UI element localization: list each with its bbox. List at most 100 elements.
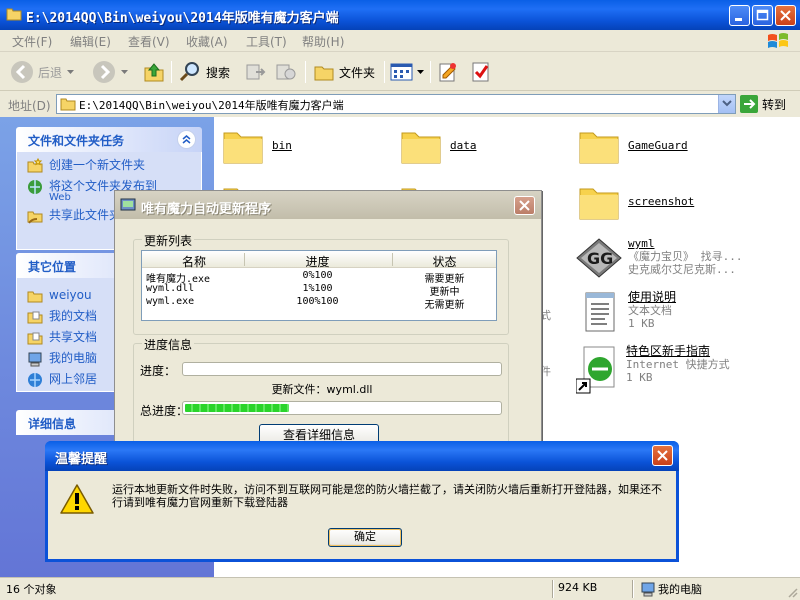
menu-help[interactable]: 帮助(H) [302,33,344,50]
file-item-screenshot[interactable]: screenshot [578,183,694,221]
panel-header[interactable]: 文件和文件夹任务 [16,127,202,152]
internet-shortcut-icon [576,346,615,394]
task-label: 创建一个新文件夹 [49,158,146,172]
folders-icon [314,66,334,81]
resize-grip-icon[interactable] [786,586,798,598]
file-name: data [450,139,477,152]
other-places-title: 其它位置 [28,260,77,274]
chevron-down-icon [417,70,424,74]
file-item-bin[interactable]: bin [222,127,292,165]
row-progress: 1%100 [302,283,333,294]
go-label: 转到 [762,97,787,112]
row-progress: 0%100 [302,270,333,281]
minimize-button[interactable] [729,5,750,26]
row-progress: 100%100 [296,296,339,307]
file-item-guide[interactable]: 特色区新手指南 Internet 快捷方式 1 KB [576,345,730,395]
file-company: 史克威尔艾尼克斯... [628,263,736,276]
progress-label: 进度： [140,364,177,378]
menu-file[interactable]: 文件(F) [12,33,52,50]
file-size: 1 KB [626,371,653,384]
back-label: 后退 [38,65,63,80]
move-to-button[interactable] [274,59,296,85]
views-button[interactable] [390,59,426,85]
alert-title-bar[interactable]: 温馨提醒 [45,441,679,471]
title-bar[interactable]: E:\2014QQ\Bin\weiyou\2014年版唯有魔力客户端 [0,0,800,30]
up-folder-button[interactable] [142,59,166,85]
current-file-text: 更新文件：wyml.dll [271,383,373,396]
favorite-button[interactable] [437,59,459,85]
file-item-wyml[interactable]: GG wyml 《魔力宝贝》 找寻... 史克威尔艾尼克斯... [574,237,743,279]
column-name[interactable]: 名称 [146,253,242,270]
maximize-button[interactable] [752,5,773,26]
copy-to-icon [246,64,266,80]
progress-info-label: 进度信息 [142,336,195,353]
ok-button[interactable]: 确定 [328,528,402,547]
update-list: 名称 进度 状态 唯有魔力.exe 0%100 需要更新 wyml.dll 1%… [141,250,497,321]
task-new-folder[interactable]: 创建一个新文件夹 [27,158,201,174]
menu-view[interactable]: 查看(V) [128,33,170,50]
update-list-label: 更新列表 [142,232,195,249]
checklist-icon [472,62,489,82]
folder-icon [27,291,43,303]
folders-button[interactable]: 文件夹 [313,59,375,85]
search-button[interactable]: 搜索 [178,59,230,85]
window-title: E:\2014QQ\Bin\weiyou\2014年版唯有魔力客户端 [26,11,339,26]
file-progress-bar [182,362,502,376]
place-label: weiyou [49,288,92,302]
file-name: screenshot [628,195,695,208]
list-row[interactable]: 唯有魔力.exe 0%100 需要更新 [142,270,496,285]
address-dropdown-button[interactable] [718,95,735,113]
edit-page-icon [439,63,456,82]
move-to-icon [276,64,296,80]
folder-icon [223,132,263,164]
forward-arrow-icon [93,61,115,83]
new-folder-icon [27,158,43,173]
file-size: 1 KB [628,317,655,330]
updater-title-bar[interactable]: 唯有魔力自动更新程序 [115,191,541,219]
my-documents-icon [27,311,43,324]
address-path: E:\2014QQ\Bin\weiyou\2014年版唯有魔力客户端 [79,99,344,112]
chevron-down-icon [722,100,732,107]
go-button[interactable]: 转到 [740,95,786,113]
status-bar: 16 个对象 924 KB 我的电脑 [0,577,800,600]
column-progress[interactable]: 进度 [245,253,390,270]
file-tasks-title: 文件和文件夹任务 [28,134,125,148]
copy-to-button[interactable] [244,59,266,85]
status-location: 我的电脑 [658,583,702,596]
folder-icon [579,188,619,220]
list-row[interactable]: wyml.exe 100%100 无需更新 [142,296,496,311]
updater-close-button[interactable] [514,196,535,215]
warning-icon [60,484,94,514]
updater-title: 唯有魔力自动更新程序 [141,202,272,217]
forward-button[interactable] [92,59,130,85]
menu-tools[interactable]: 工具(T) [246,33,287,50]
computer-icon [641,582,655,597]
file-item-gameguard[interactable]: GameGuard [578,127,688,165]
alert-body: 运行本地更新文件时失败，访问不到互联网可能是您的防火墙拦截了，请关闭防火墙后重新… [48,471,676,559]
file-item-readme[interactable]: 使用说明 文本文档 1 KB [582,291,676,335]
folders-label: 文件夹 [339,65,376,80]
column-status[interactable]: 状态 [393,253,496,270]
collapse-button[interactable] [177,130,196,149]
alert-close-button[interactable] [652,445,673,466]
back-button[interactable]: 后退 [10,59,76,85]
file-type: Internet 快捷方式 [626,358,730,371]
place-label: 共享文档 [49,330,98,344]
file-name: wyml [628,237,655,250]
checklist-button[interactable] [470,59,492,85]
back-arrow-icon [11,61,33,83]
menu-edit[interactable]: 编辑(E) [70,33,111,50]
alert-title: 温馨提醒 [55,452,108,467]
menu-favorites[interactable]: 收藏(A) [186,33,228,50]
address-label: 地址(D) [8,99,51,113]
windows-logo-icon [768,33,788,48]
chevron-down-icon [121,70,128,74]
file-item-data[interactable]: data [400,127,477,165]
total-progress-label: 总进度： [140,404,189,418]
close-button[interactable] [775,5,796,26]
list-row[interactable]: wyml.dll 1%100 更新中 [142,283,496,298]
folder-icon [60,98,76,111]
address-input[interactable]: E:\2014QQ\Bin\weiyou\2014年版唯有魔力客户端 [56,94,736,114]
row-name: wyml.dll [146,283,195,294]
file-desc: 《魔力宝贝》 找寻... [628,250,743,263]
